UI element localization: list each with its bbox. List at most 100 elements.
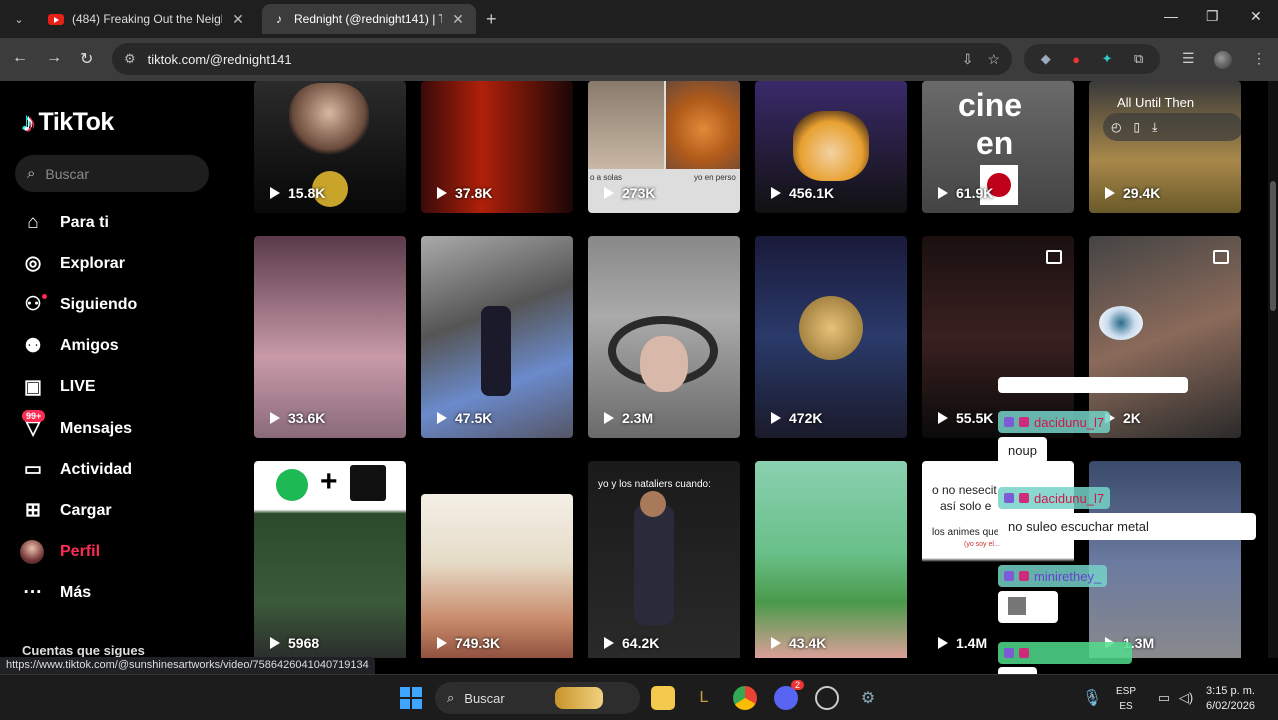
sidebar-menu: ⌂ Para ti ◎ Explorar ⚇ Siguiendo ⚉ Amigo… bbox=[20, 202, 137, 614]
install-app-icon[interactable]: ⇩ bbox=[962, 51, 974, 68]
view-count: 749.3K bbox=[437, 635, 500, 651]
microphone-icon[interactable]: 🎙 bbox=[1080, 686, 1104, 710]
sidebar-item-cargar[interactable]: ⊞ Cargar bbox=[20, 490, 137, 531]
reload-icon[interactable]: ↻ bbox=[80, 49, 93, 69]
sidebar-item-label: Más bbox=[60, 584, 92, 602]
view-count: 43.4K bbox=[771, 635, 826, 651]
extension-icon[interactable]: ● bbox=[1072, 52, 1080, 67]
video-thumbnail[interactable]: 43.4K bbox=[755, 461, 907, 658]
picture-in-picture-icon[interactable]: ◴ bbox=[1111, 120, 1121, 134]
sidebar-item-siguiendo[interactable]: ⚇ Siguiendo bbox=[20, 284, 137, 325]
video-thumbnail[interactable]: 2K bbox=[1089, 236, 1241, 438]
video-thumbnail[interactable]: 472K bbox=[755, 236, 907, 438]
following-accounts-header: Cuentas que sigues bbox=[22, 643, 145, 658]
new-tab-icon[interactable]: + bbox=[486, 9, 497, 30]
obs-icon[interactable] bbox=[815, 686, 839, 710]
sidebar-item-explorar[interactable]: ◎ Explorar bbox=[20, 243, 137, 284]
discord-icon[interactable]: 2 bbox=[774, 680, 804, 710]
restore-icon[interactable]: ❐ bbox=[1206, 8, 1219, 25]
sidebar-item-perfil[interactable]: Perfil bbox=[20, 532, 137, 573]
sidebar-item-label: Explorar bbox=[60, 254, 125, 272]
video-thumbnail[interactable]: + 5968 bbox=[254, 461, 406, 658]
browser-tab-active[interactable]: ♪ Rednight (@rednight141) | TikT ✕ bbox=[262, 4, 476, 34]
sidebar-item-live[interactable]: ▣ LIVE bbox=[20, 367, 137, 408]
sidebar-item-label: Actividad bbox=[60, 460, 133, 478]
video-thumbnail[interactable]: 2.3M bbox=[588, 236, 740, 438]
view-count: 456.1K bbox=[771, 185, 834, 201]
search-placeholder: Buscar bbox=[45, 165, 89, 182]
friends-icon: ⚉ bbox=[24, 335, 42, 357]
video-thumbnail[interactable]: yo y los nataliers cuando: 64.2K bbox=[588, 461, 740, 658]
chat-username-tag: minirethey_ bbox=[998, 565, 1108, 587]
video-thumbnail[interactable]: cine en 61.9K bbox=[922, 81, 1074, 213]
puzzle-icon[interactable]: ⧉ bbox=[1134, 51, 1143, 67]
league-client-icon[interactable]: L bbox=[692, 686, 716, 710]
sidebar-item-mas[interactable]: ··· Más bbox=[20, 573, 137, 614]
video-thumbnail[interactable]: 1.3M bbox=[1089, 461, 1241, 658]
address-bar[interactable]: ⚙ tiktok.com/@rednight141 ⇩ ☆ bbox=[112, 43, 1012, 75]
chat-username-tag bbox=[998, 642, 1132, 664]
meme-caption: o a solas bbox=[590, 173, 623, 182]
extension-icon[interactable]: ◆ bbox=[1041, 51, 1051, 67]
media-overlay-controls[interactable]: ◴ ▯ ⤓ bbox=[1103, 113, 1241, 141]
view-count: 64.2K bbox=[604, 635, 659, 651]
search-icon: ⌕ bbox=[447, 690, 455, 705]
view-count: 2.3M bbox=[604, 410, 653, 426]
phone-icon[interactable]: ▯ bbox=[1133, 120, 1140, 134]
close-tab-icon[interactable]: ✕ bbox=[230, 11, 246, 28]
video-thumbnail[interactable]: All Until Then ◴ ▯ ⤓ 29.4K bbox=[1089, 81, 1241, 213]
site-info-icon[interactable]: ⚙ bbox=[124, 51, 136, 67]
badge-icon bbox=[1004, 493, 1014, 503]
back-icon[interactable]: ← bbox=[12, 49, 28, 67]
video-thumbnail[interactable]: 15.8K bbox=[254, 81, 406, 213]
video-thumbnail[interactable]: 47.5K bbox=[421, 236, 573, 438]
url-text: tiktok.com/@rednight141 bbox=[147, 51, 292, 67]
video-thumbnail[interactable]: 33.6K bbox=[254, 236, 406, 438]
sidebar-item-label: Cargar bbox=[60, 501, 112, 519]
file-explorer-icon[interactable] bbox=[651, 686, 675, 710]
media-control-icon[interactable]: ☰ bbox=[1182, 50, 1195, 67]
video-thumbnail[interactable]: 456.1K bbox=[755, 81, 907, 213]
video-thumbnail[interactable]: 37.8K bbox=[421, 81, 573, 213]
clock-date: 6/02/2026 bbox=[1206, 700, 1255, 712]
meme-caption: yo y los nataliers cuando: bbox=[598, 479, 711, 490]
minimize-icon[interactable]: — bbox=[1164, 8, 1178, 24]
chat-message: no suleo escuchar metal bbox=[998, 513, 1256, 540]
sidebar-item-actividad[interactable]: ▭ Actividad bbox=[20, 449, 137, 490]
tab-search-icon[interactable]: ⌄ bbox=[8, 8, 30, 30]
scrollbar-thumb[interactable] bbox=[1270, 181, 1276, 311]
language-indicator[interactable]: ESP ES bbox=[1116, 684, 1136, 714]
menu-kebab-icon[interactable]: ⋮ bbox=[1252, 50, 1266, 67]
compass-icon: ◎ bbox=[24, 253, 42, 275]
sidebar-item-para-ti[interactable]: ⌂ Para ti bbox=[20, 202, 137, 243]
video-thumbnail[interactable]: 749.3K bbox=[421, 494, 573, 658]
system-clock[interactable]: 3:15 p. m. 6/02/2026 bbox=[1206, 684, 1255, 714]
sidebar-item-label: Para ti bbox=[60, 213, 109, 231]
volume-icon[interactable]: ◁) bbox=[1174, 686, 1198, 710]
extension-icon[interactable]: ✦ bbox=[1102, 51, 1113, 67]
chrome-icon[interactable] bbox=[733, 686, 757, 710]
overlay-text: en bbox=[976, 125, 1014, 161]
view-count: 61.9K bbox=[938, 185, 993, 201]
window-close-icon[interactable]: ✕ bbox=[1250, 8, 1262, 25]
video-thumbnail[interactable]: 55.5K bbox=[922, 236, 1074, 438]
chat-username: dacidunu_l7 bbox=[1034, 414, 1105, 430]
tiktok-logo[interactable]: ♪ TikTok bbox=[22, 107, 114, 138]
steam-icon[interactable]: ⚙ bbox=[856, 686, 880, 710]
taskbar-search[interactable]: ⌕ Buscar bbox=[435, 682, 640, 714]
photo-carousel-icon bbox=[1213, 250, 1229, 264]
page-scrollbar[interactable] bbox=[1268, 81, 1278, 658]
browser-tab[interactable]: (484) Freaking Out the Neighb ✕ bbox=[38, 4, 256, 34]
profile-avatar[interactable] bbox=[1214, 51, 1232, 69]
search-input[interactable]: ⌕ Buscar bbox=[15, 155, 209, 192]
sidebar-item-amigos[interactable]: ⚉ Amigos bbox=[20, 326, 137, 367]
sidebar-item-label: LIVE bbox=[60, 378, 96, 396]
bookmark-star-icon[interactable]: ☆ bbox=[987, 51, 1000, 68]
close-tab-icon[interactable]: ✕ bbox=[450, 11, 466, 28]
video-thumbnail[interactable]: o a solas yo en perso 273K bbox=[588, 81, 740, 213]
download-icon[interactable]: ⤓ bbox=[1152, 120, 1157, 135]
forward-icon[interactable]: → bbox=[46, 49, 62, 67]
windows-start-icon[interactable] bbox=[400, 687, 422, 709]
network-icon[interactable]: ▭ bbox=[1152, 686, 1176, 710]
sidebar-item-mensajes[interactable]: ▽ 99+ Mensajes bbox=[20, 408, 137, 449]
